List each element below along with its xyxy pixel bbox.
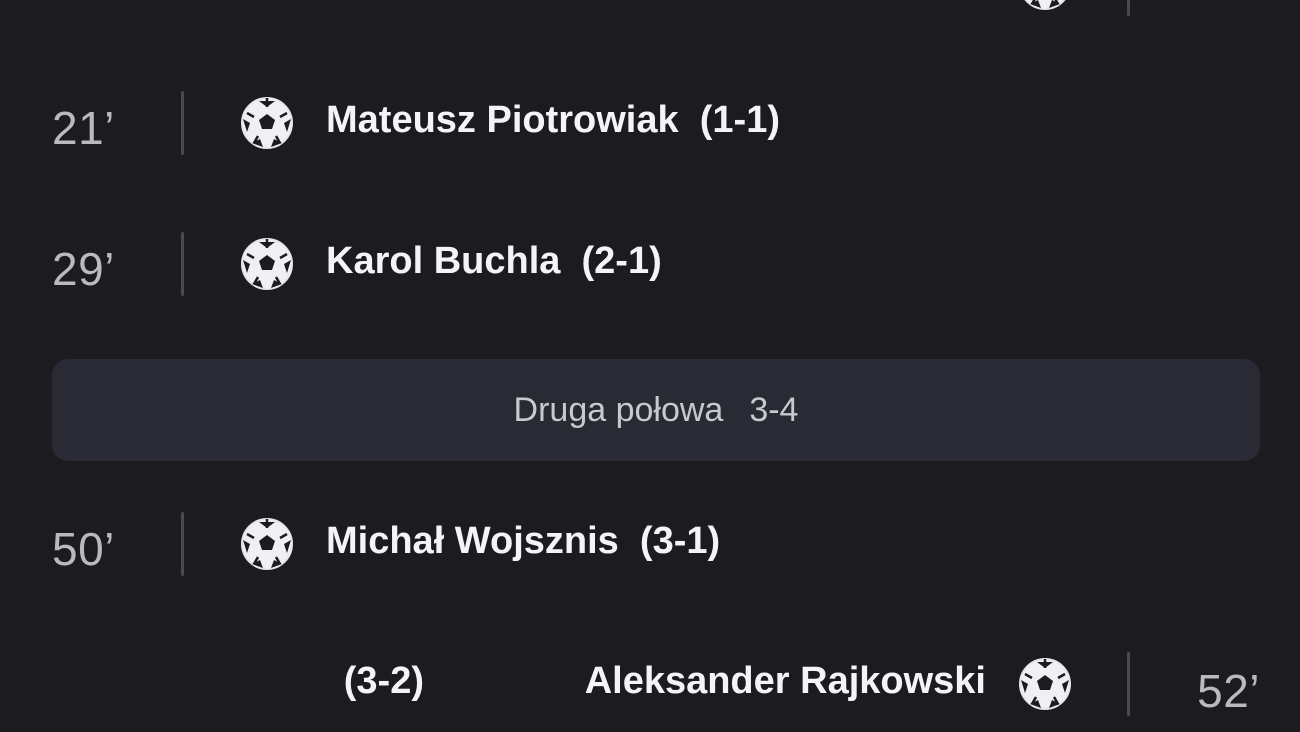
scorer-name[interactable]: Mateusz Piotrowiak (326, 99, 679, 141)
soccer-ball-icon (239, 516, 295, 572)
event-minute: 21’ (52, 102, 115, 154)
event-separator (1127, 0, 1130, 16)
event-minute: 52’ (1197, 665, 1260, 717)
scorer-name-with-score[interactable]: Mateusz Piotrowiak (1-1) (326, 99, 780, 142)
scorer-name[interactable]: Aleksander Rajkowski (585, 660, 986, 703)
event-separator (1127, 652, 1130, 716)
soccer-ball-icon (1017, 0, 1073, 12)
goal-event: 50’ Michał Wojsznis (3-1) (0, 512, 1300, 592)
goal-event-partial (0, 0, 1300, 32)
event-score: (3-1) (639, 520, 721, 562)
scorer-name-with-score[interactable]: Michał Wojsznis (3-1) (326, 520, 720, 563)
second-half-divider: Druga połowa 3-4 (52, 359, 1260, 461)
scorer-name-with-score[interactable]: Karol Buchla (2-1) (326, 240, 662, 283)
scorer-name[interactable]: Michał Wojsznis (326, 520, 619, 562)
event-score: (2-1) (581, 240, 662, 282)
event-separator (181, 512, 184, 576)
event-minute: 29’ (52, 243, 115, 295)
event-minute: 50’ (52, 523, 115, 575)
goal-event: 21’ Mateusz Piotrowiak (1-1) (0, 91, 1300, 171)
event-score: (3-2) (343, 660, 424, 702)
half-label: Druga połowa (513, 390, 724, 429)
soccer-ball-icon (239, 95, 295, 151)
event-separator (181, 232, 184, 296)
goal-event: 29’ Karol Buchla (2-1) (0, 232, 1300, 312)
event-score: (1-1) (699, 99, 780, 141)
soccer-ball-icon (1017, 656, 1073, 712)
half-score: 3-4 (749, 390, 799, 429)
event-separator (181, 91, 184, 155)
scorer-name[interactable]: Karol Buchla (326, 240, 560, 282)
soccer-ball-icon (239, 236, 295, 292)
goal-event: (3-2) Aleksander Rajkowski 52’ (0, 652, 1300, 732)
